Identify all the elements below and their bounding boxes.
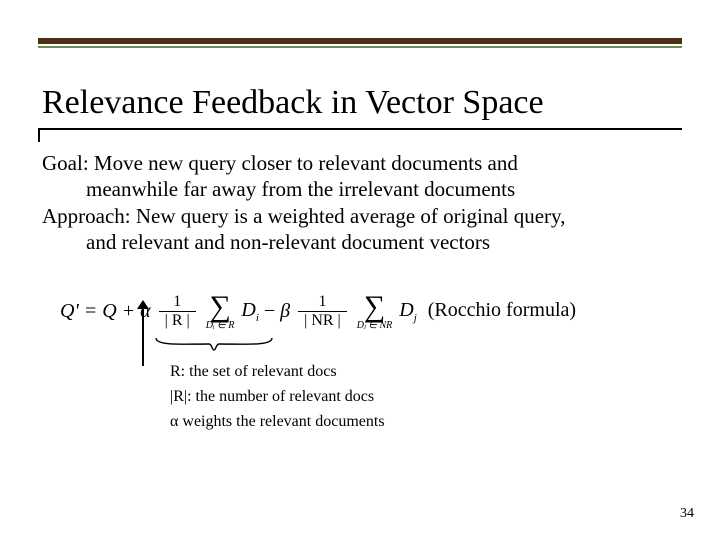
title-underline-tick (38, 128, 40, 142)
dj-sub: j (414, 312, 417, 324)
rocchio-formula: Q' = Q + α 1 | R | ∑ Dᵢ ∈ R Di − β 1 | N… (60, 292, 576, 331)
top-rule-dark (38, 38, 682, 44)
dj-term: Dj (399, 299, 417, 324)
body-line-4: and relevant and non-relevant document v… (42, 229, 660, 255)
slide-title: Relevance Feedback in Vector Space (42, 84, 544, 121)
fraction-one-over-R: 1 | R | (159, 293, 196, 330)
body-line-3: Approach: New query is a weighted averag… (42, 203, 660, 229)
formula-name: (Rocchio formula) (428, 299, 576, 321)
annotation-R-count: |R|: the number of relevant docs (170, 385, 385, 410)
title-underline (38, 128, 682, 130)
annotation-alpha: α weights the relevant documents (170, 410, 385, 435)
dj: D (399, 299, 413, 321)
sigma-NR: ∑ Dⱼ ∈ NR (357, 292, 392, 331)
body-text: Goal: Move new query closer to relevant … (42, 150, 660, 255)
di-term: Di (241, 299, 259, 324)
arrow-line (142, 304, 144, 366)
fraction-one-over-NR: 1 | NR | (298, 293, 347, 330)
page-number: 34 (680, 506, 694, 522)
minus: − (264, 300, 275, 323)
di: D (241, 299, 255, 321)
beta-symbol: β (280, 300, 290, 323)
frac1-num: 1 (159, 293, 196, 311)
annotations: R: the set of relevant docs |R|: the num… (170, 360, 385, 434)
sigma-R-sub: Dᵢ ∈ R (206, 320, 235, 331)
sigma-icon: ∑ (364, 290, 385, 323)
body-line-1: Goal: Move new query closer to relevant … (42, 150, 660, 176)
underbrace-icon (154, 336, 274, 352)
formula-lhs: Q' = Q + (60, 300, 135, 323)
frac2-num: 1 (298, 293, 347, 311)
sigma-NR-sub: Dⱼ ∈ NR (357, 320, 392, 331)
frac1-den: | R | (159, 311, 196, 330)
frac2-den: | NR | (298, 311, 347, 330)
sigma-icon: ∑ (209, 290, 230, 323)
annotation-R-set: R: the set of relevant docs (170, 360, 385, 385)
di-sub: i (256, 312, 259, 324)
body-line-2: meanwhile far away from the irrelevant d… (42, 176, 660, 202)
top-rule-light (38, 46, 682, 48)
arrow-up-icon (137, 300, 149, 309)
sigma-R: ∑ Dᵢ ∈ R (206, 292, 235, 331)
